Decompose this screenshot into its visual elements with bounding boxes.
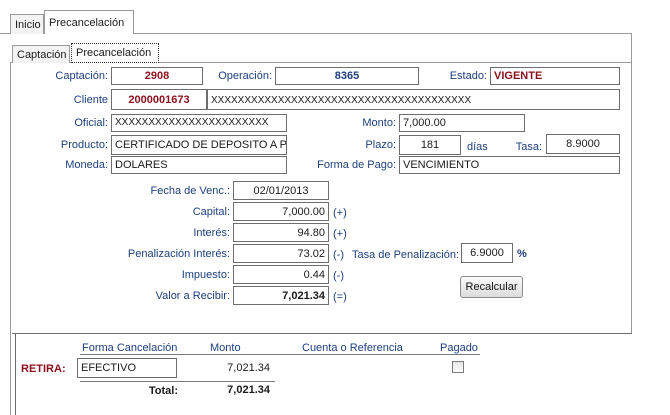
oficial-field[interactable]: XXXXXXXXXXXXXXXXXXXXXXX [111,114,287,132]
pagado-checkbox[interactable] [452,361,464,373]
row-monto: 7,021.34 [227,362,270,374]
operacion-label: Operación: [218,70,272,82]
producto-field[interactable]: CERTIFICADO DE DEPOSITO A PLAZ [111,135,287,155]
col-header-forma: Forma Cancelación [82,342,178,354]
interes-label: Interés: [193,227,230,239]
col-header-monto: Monto [210,342,241,354]
penalizacion-label: Penalización Interés: [127,248,230,260]
impuesto-field[interactable]: 0.44 [233,265,329,284]
cliente-label: Cliente [73,94,108,106]
impuesto-label: Impuesto: [181,269,230,281]
interes-field[interactable]: 94.80 [233,223,329,242]
estado-label: Estado: [449,70,487,82]
valor-recibir-sign: (=) [333,291,347,303]
plazo-field[interactable]: 181 [399,135,461,155]
operacion-field[interactable]: 8365 [275,67,419,85]
panel-right-border [631,33,632,333]
impuesto-sign: (-) [333,270,344,282]
tasa-penalizacion-unit: % [517,248,527,260]
total-label: Total: [148,385,178,397]
total-line [80,381,275,382]
cliente-code-field[interactable]: 2000001673 [111,89,207,110]
tab-captacion[interactable]: Captación [12,45,70,63]
captacion-label: Captación: [55,70,108,82]
fecha-venc-field[interactable]: 02/01/2013 [233,181,329,200]
retira-label: RETIRA: [21,363,66,375]
penalizacion-field[interactable]: 73.02 [233,244,329,263]
moneda-label: Moneda: [65,159,108,171]
tab-inner-precancelacion[interactable]: Precancelación [71,43,159,63]
monto-label: Monto: [362,117,396,129]
monto-field[interactable]: 7,000.00 [399,114,525,132]
cancel-section-border [15,334,16,415]
plazo-label: Plazo: [365,139,396,151]
capital-label: Capital: [192,206,230,218]
total-value: 7,021.34 [227,384,270,396]
forma-pago-label: Forma de Pago: [317,159,396,171]
moneda-field[interactable]: DOLARES [111,156,287,174]
col-header-pagado: Pagado [440,342,478,354]
fecha-venc-label: Fecha de Venc.: [150,185,231,197]
capital-field[interactable]: 7,000.00 [233,202,329,221]
panel-left-border [10,62,11,415]
captacion-field[interactable]: 2908 [111,67,203,85]
tasa-field[interactable]: 8.9000 [546,134,620,154]
tasa-penalizacion-field[interactable]: 6.9000 [461,243,513,263]
forma-cancelacion-field[interactable]: EFECTIVO [77,358,177,378]
cliente-name-field[interactable]: XXXXXXXXXXXXXXXXXXXXXXXXXXXXXXXXXXXXXXX [207,89,620,110]
valor-recibir-field[interactable]: 7,021.34 [233,286,329,305]
valor-recibir-label: Valor a Recibir: [155,290,230,302]
tasa-penalizacion-label: Tasa de Penalización: [352,249,460,261]
tasa-label: Tasa: [515,141,542,153]
oficial-label: Oficial: [74,117,108,129]
col-header-cuenta: Cuenta o Referencia [302,342,403,354]
penalizacion-sign: (-) [333,249,344,261]
forma-pago-field[interactable]: VENCIMIENTO [399,156,620,174]
table-header-line [80,354,480,355]
estado-field[interactable]: VIGENTE [490,67,620,85]
interes-sign: (+) [333,228,347,240]
tab-inicio[interactable]: Inicio [10,14,44,34]
capital-sign: (+) [333,207,347,219]
tab-precancelacion[interactable]: Precancelación [44,10,134,34]
section-divider [12,333,632,334]
recalcular-button[interactable]: Recalcular [460,276,523,298]
producto-label: Producto: [60,139,108,151]
plazo-unit: días [467,141,488,153]
